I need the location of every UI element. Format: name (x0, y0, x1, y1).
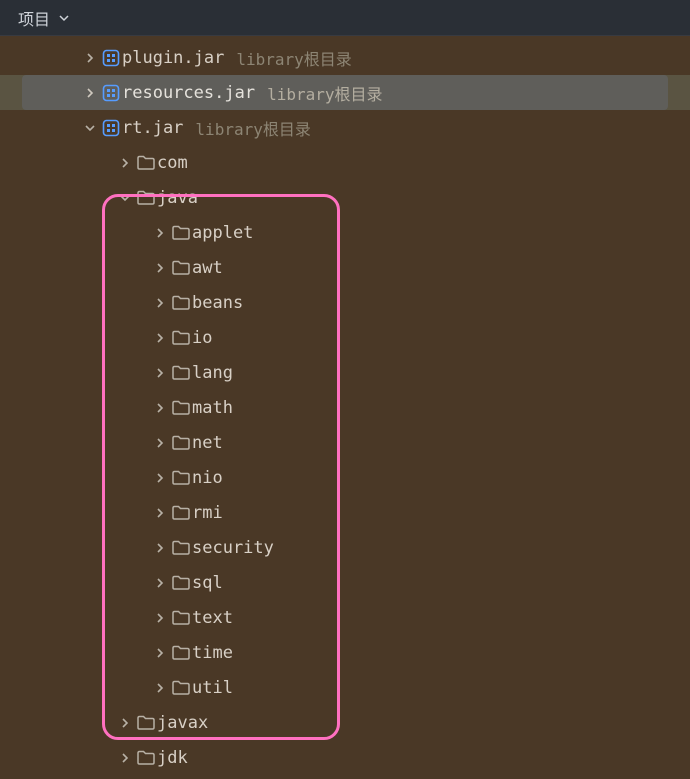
folder-label: java (157, 188, 198, 208)
tree-row-jdk[interactable]: jdk (0, 740, 690, 775)
folder-label: javax (157, 713, 208, 733)
folder-icon (170, 365, 192, 381)
folder-label: beans (192, 293, 243, 313)
tree-row-math[interactable]: math (0, 390, 690, 425)
tree-row-security[interactable]: security (0, 530, 690, 565)
folder-icon (170, 540, 192, 556)
tree-row-io[interactable]: io (0, 320, 690, 355)
tree-row-beans[interactable]: beans (0, 285, 690, 320)
folder-icon (170, 295, 192, 311)
tree-row-time[interactable]: time (0, 635, 690, 670)
folder-icon (170, 575, 192, 591)
tree-row-javax[interactable]: javax (0, 705, 690, 740)
panel-title: 项目 (18, 6, 50, 30)
folder-icon (170, 330, 192, 346)
jar-label: resources.jar (122, 83, 255, 103)
folder-label: net (192, 433, 223, 453)
folder-label: rmi (192, 503, 223, 523)
folder-icon (135, 190, 157, 206)
folder-icon (170, 400, 192, 416)
folder-icon (170, 470, 192, 486)
jar-icon (100, 119, 122, 137)
chevron-down-icon[interactable] (80, 122, 100, 134)
chevron-right-icon[interactable] (150, 472, 170, 484)
folder-label: com (157, 153, 188, 173)
tree-row-text[interactable]: text (0, 600, 690, 635)
chevron-right-icon[interactable] (150, 437, 170, 449)
folder-icon (170, 435, 192, 451)
tree-row-rt-jar[interactable]: rt.jar library根目录 (0, 110, 690, 145)
folder-icon (170, 260, 192, 276)
folder-label: util (192, 678, 233, 698)
folder-label: lang (192, 363, 233, 383)
chevron-right-icon[interactable] (115, 157, 135, 169)
jar-hint: library根目录 (267, 81, 382, 105)
chevron-down-icon (58, 12, 70, 24)
jar-icon (100, 84, 122, 102)
folder-label: sql (192, 573, 223, 593)
chevron-down-icon[interactable] (115, 192, 135, 204)
folder-label: math (192, 398, 233, 418)
folder-icon (135, 155, 157, 171)
folder-icon (170, 680, 192, 696)
chevron-right-icon[interactable] (150, 367, 170, 379)
tree-row-java[interactable]: java (0, 180, 690, 215)
folder-icon (135, 715, 157, 731)
folder-icon (170, 225, 192, 241)
jar-hint: library根目录 (236, 46, 351, 70)
project-panel: 项目 plugin.jar library根目录 (0, 0, 690, 779)
tree-body: plugin.jar library根目录 resources.jar libr… (0, 36, 690, 779)
tree-row-plugin-jar[interactable]: plugin.jar library根目录 (0, 40, 690, 75)
chevron-right-icon[interactable] (150, 647, 170, 659)
jar-label: rt.jar (122, 118, 183, 138)
chevron-right-icon[interactable] (115, 717, 135, 729)
tree-row-com[interactable]: com (0, 145, 690, 180)
chevron-right-icon[interactable] (150, 682, 170, 694)
folder-label: text (192, 608, 233, 628)
tree-row-nio[interactable]: nio (0, 460, 690, 495)
tree-row-rmi[interactable]: rmi (0, 495, 690, 530)
folder-label: nio (192, 468, 223, 488)
chevron-right-icon[interactable] (150, 227, 170, 239)
folder-label: jdk (157, 748, 188, 768)
chevron-right-icon[interactable] (150, 262, 170, 274)
folder-label: awt (192, 258, 223, 278)
chevron-right-icon[interactable] (115, 752, 135, 764)
jar-label: plugin.jar (122, 48, 224, 68)
panel-header[interactable]: 项目 (0, 0, 690, 36)
chevron-right-icon[interactable] (150, 402, 170, 414)
tree-row-net[interactable]: net (0, 425, 690, 460)
tree-row-awt[interactable]: awt (0, 250, 690, 285)
folder-label: applet (192, 223, 253, 243)
chevron-right-icon[interactable] (150, 507, 170, 519)
tree-row-lang[interactable]: lang (0, 355, 690, 390)
jar-hint: library根目录 (195, 116, 310, 140)
chevron-right-icon[interactable] (150, 577, 170, 589)
folder-label: security (192, 538, 274, 558)
folder-label: time (192, 643, 233, 663)
chevron-right-icon[interactable] (150, 297, 170, 309)
tree-row-applet[interactable]: applet (0, 215, 690, 250)
tree-row-util[interactable]: util (0, 670, 690, 705)
tree-row-resources-jar[interactable]: resources.jar library根目录 (0, 75, 690, 110)
folder-icon (170, 610, 192, 626)
chevron-right-icon[interactable] (150, 612, 170, 624)
chevron-right-icon[interactable] (80, 52, 100, 64)
folder-icon (170, 645, 192, 661)
chevron-right-icon[interactable] (150, 332, 170, 344)
folder-icon (170, 505, 192, 521)
tree-row-sql[interactable]: sql (0, 565, 690, 600)
chevron-right-icon[interactable] (150, 542, 170, 554)
chevron-right-icon[interactable] (80, 87, 100, 99)
jar-icon (100, 49, 122, 67)
folder-icon (135, 750, 157, 766)
folder-label: io (192, 328, 212, 348)
